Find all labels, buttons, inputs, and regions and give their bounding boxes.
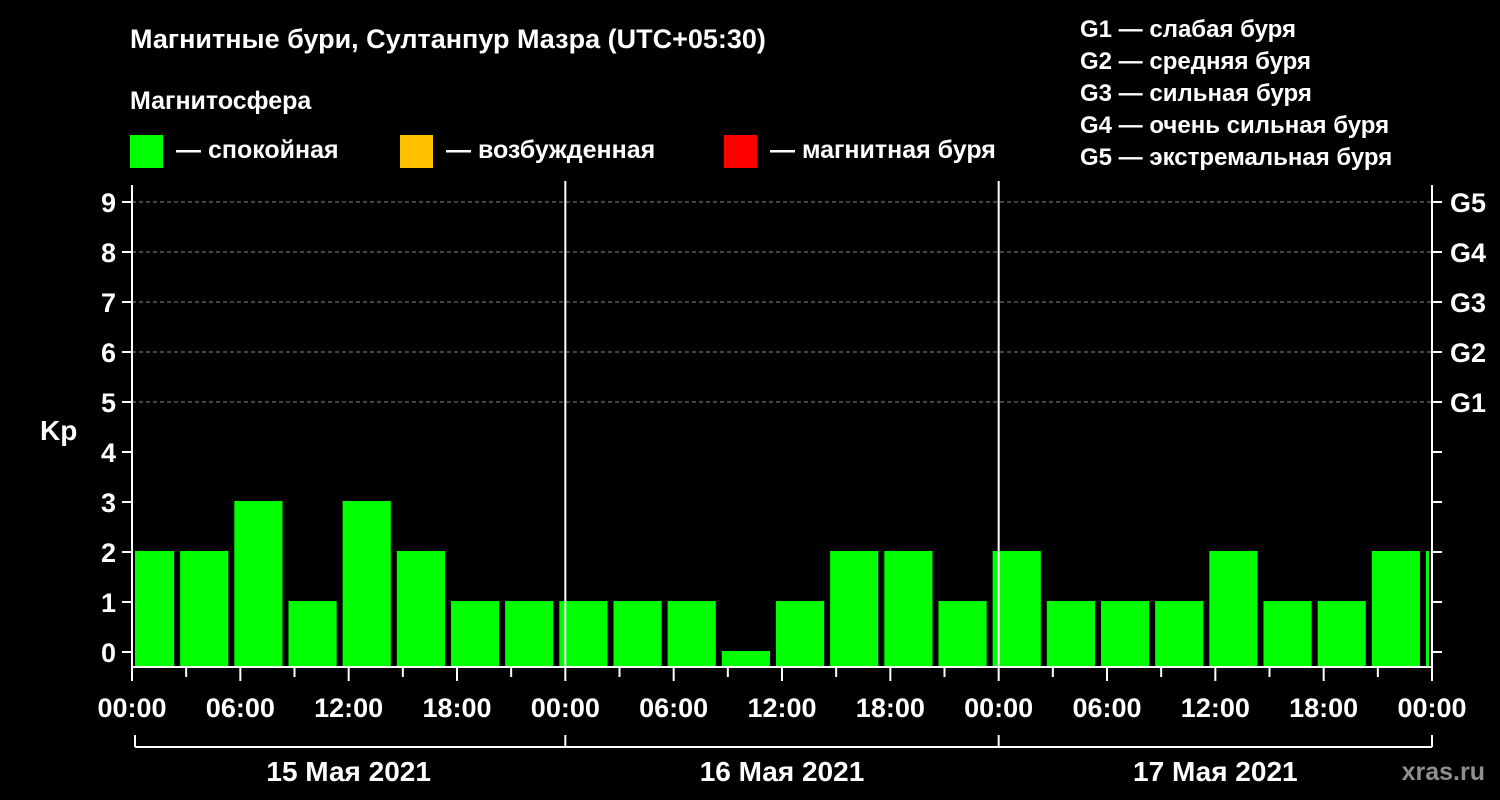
kp-bar: [559, 601, 608, 667]
day-label: 16 Мая 2021: [700, 756, 865, 787]
chart-title: Магнитные бури, Султанпур Мазра (UTC+05:…: [130, 24, 766, 54]
kp-bar: [1317, 601, 1366, 667]
storm-scale-item: G4 — очень сильная буря: [1080, 112, 1389, 139]
x-tick-label: 18:00: [422, 693, 491, 723]
kp-bar: [775, 601, 825, 667]
x-tick-label: 00:00: [1397, 693, 1466, 723]
x-tick-label: 18:00: [856, 693, 925, 723]
kp-bar: [288, 601, 337, 667]
kp-bar: [830, 551, 879, 667]
x-tick-label: 00:00: [964, 693, 1033, 723]
kp-bar: [613, 601, 662, 667]
kp-bar: [1046, 601, 1095, 667]
storm-scale-item: G3 — сильная буря: [1080, 80, 1312, 107]
y-tick-label: 5: [101, 388, 116, 418]
legend-swatch: [400, 135, 433, 168]
chart-subtitle: Магнитосфера: [130, 87, 312, 115]
legend-swatch: [724, 135, 757, 168]
day-label: 15 Мая 2021: [266, 756, 431, 787]
kp-bar: [1155, 601, 1204, 667]
x-tick-label: 06:00: [206, 693, 275, 723]
kp-bar: [667, 601, 716, 667]
kp-bar: [1371, 551, 1420, 667]
legend-label: — магнитная буря: [770, 136, 996, 164]
x-tick-label: 06:00: [1072, 693, 1141, 723]
legend-swatch: [130, 135, 163, 168]
kp-bar: [180, 551, 229, 667]
chart-canvas: Магнитные бури, Султанпур Мазра (UTC+05:…: [40, 16, 1486, 787]
kp-bar: [234, 501, 283, 667]
x-tick-label: 12:00: [747, 693, 816, 723]
kp-bar: [1425, 551, 1429, 667]
kp-bar: [342, 501, 391, 667]
axes: 0 1 2 3 4 5 6 7 8 9 G1 G2 G3 G4 G5 00:00 06:00 12:00 18:00…: [97, 181, 1486, 787]
x-tick-label: 18:00: [1289, 693, 1358, 723]
kp-chart: Магнитные бури, Султанпур Мазра (UTC+05:…: [0, 0, 1500, 800]
storm-scale-item: G2 — средняя буря: [1080, 48, 1311, 75]
y-tick-label: 8: [101, 238, 116, 268]
storm-scale-item: G5 — экстремальная буря: [1080, 144, 1392, 171]
y-tick-label: 0: [101, 638, 116, 668]
kp-bar: [505, 601, 554, 667]
legend-label: — возбужденная: [446, 136, 655, 164]
kp-bar: [992, 551, 1041, 667]
kp-bar: [1100, 601, 1150, 667]
kp-bar: [450, 601, 500, 667]
x-tick-label: 12:00: [314, 693, 383, 723]
storm-level-label: G4: [1450, 238, 1486, 268]
kp-bar: [135, 551, 175, 667]
kp-bar: [396, 551, 445, 667]
x-tick-label: 00:00: [97, 693, 166, 723]
x-tick-label: 12:00: [1181, 693, 1250, 723]
y-tick-label: 6: [101, 338, 116, 368]
kp-bar: [884, 551, 933, 667]
storm-level-label: G5: [1450, 188, 1486, 218]
kp-bar: [938, 601, 987, 667]
kp-bar: [721, 651, 770, 667]
y-tick-label: 1: [101, 588, 116, 618]
storm-level-label: G1: [1450, 388, 1486, 418]
x-tick-label: 06:00: [639, 693, 708, 723]
grid: [132, 201, 1432, 403]
day-label: 17 Мая 2021: [1133, 756, 1298, 787]
storm-level-label: G2: [1450, 338, 1486, 368]
y-tick-label: 4: [101, 438, 116, 468]
storm-level-label: G3: [1450, 288, 1486, 318]
storm-scale-legend: G1 — слабая буря G2 — средняя буря G3 — си…: [1080, 16, 1392, 171]
legend: — спокойная — возбужденная — магнитная бур…: [130, 135, 996, 168]
y-tick-label: 9: [101, 188, 116, 218]
y-tick-label: 2: [101, 538, 116, 568]
legend-label: — спокойная: [176, 136, 339, 164]
watermark: xras.ru: [1402, 758, 1485, 786]
kp-bar: [1263, 601, 1312, 667]
bars: [135, 501, 1429, 667]
y-tick-label: 3: [101, 488, 116, 518]
y-tick-label: 7: [101, 288, 116, 318]
kp-bar: [1209, 551, 1258, 667]
y-axis-label: Kp: [40, 415, 77, 446]
storm-scale-item: G1 — слабая буря: [1080, 16, 1296, 43]
x-tick-label: 00:00: [531, 693, 600, 723]
